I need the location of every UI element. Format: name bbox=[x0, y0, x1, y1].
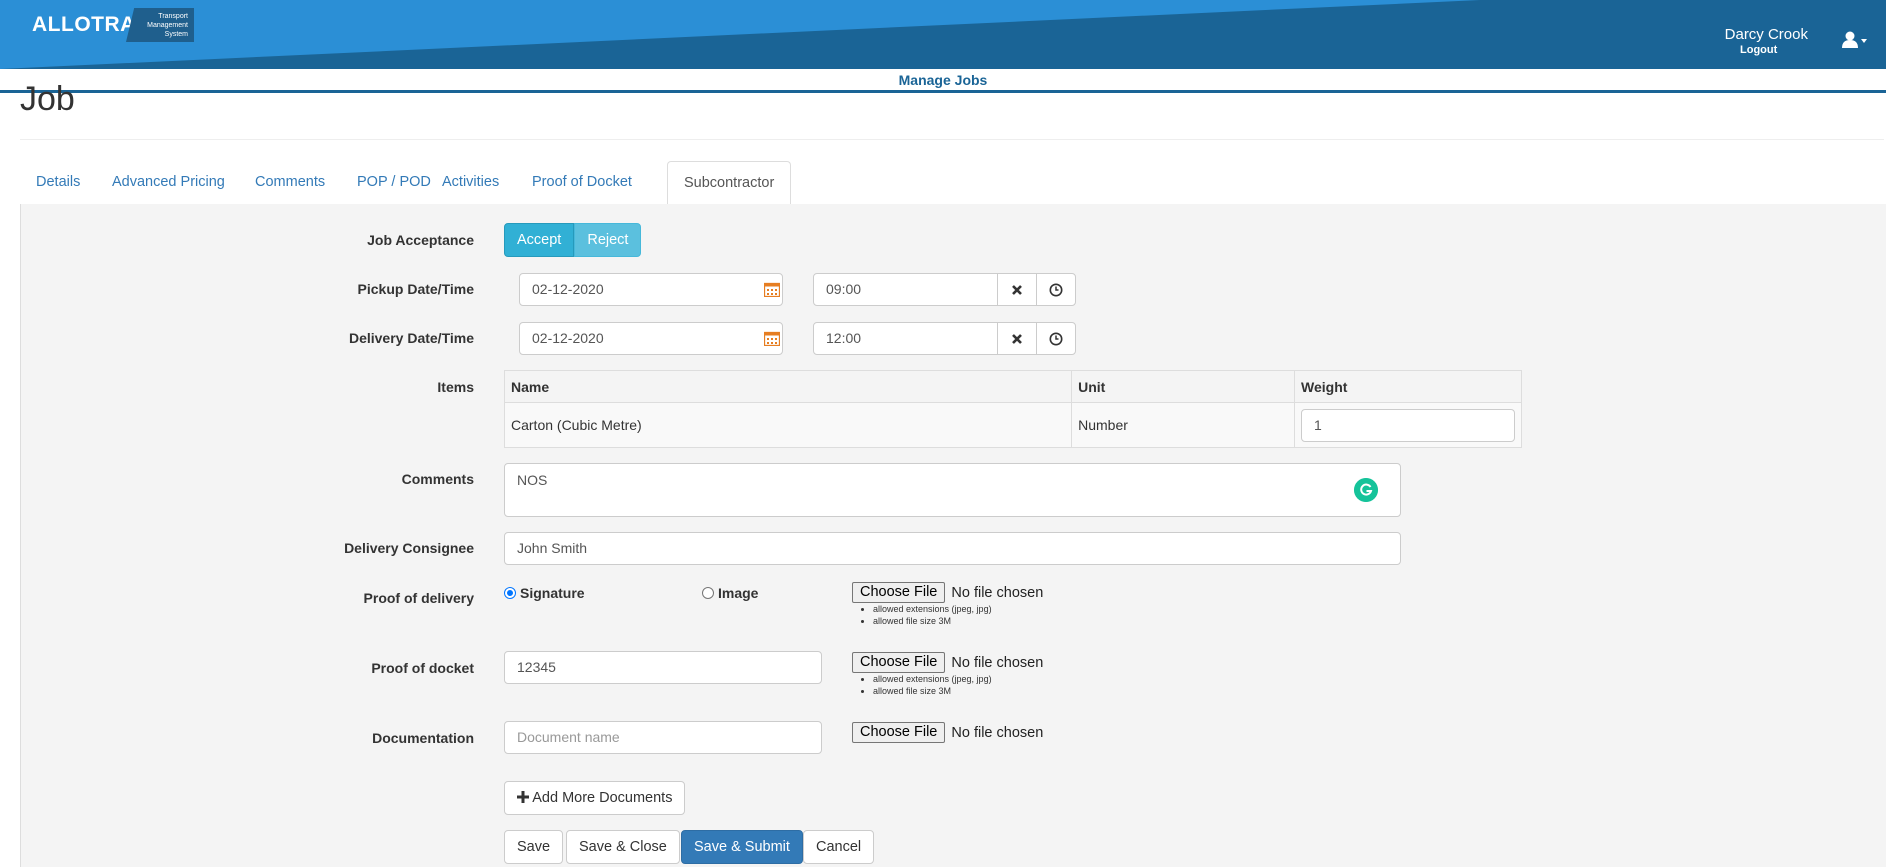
clock-icon bbox=[1049, 332, 1063, 345]
image-radio[interactable]: Image bbox=[702, 585, 758, 601]
delivery-clock-button[interactable] bbox=[1036, 322, 1076, 355]
image-label: Image bbox=[718, 585, 759, 601]
column-header-name: Name bbox=[503, 370, 1073, 403]
clock-icon bbox=[1049, 283, 1063, 296]
tab-advanced-pricing[interactable]: Advanced Pricing bbox=[96, 161, 241, 203]
proof-of-delivery-file-input[interactable]: Choose File No file chosen bbox=[852, 582, 1043, 603]
reject-button[interactable]: Reject bbox=[574, 223, 642, 257]
save-submit-button[interactable]: Save & Submit bbox=[681, 830, 803, 864]
proof-of-docket-hints: allowed extensions (jpeg, jpg) allowed f… bbox=[858, 673, 992, 697]
proof-of-docket-label: Proof of docket bbox=[371, 660, 474, 676]
cancel-button[interactable]: Cancel bbox=[803, 830, 875, 864]
file-status: No file chosen bbox=[951, 724, 1044, 741]
table-row: Carton (Cubic Metre) Number 1 bbox=[503, 402, 1522, 448]
delivery-time-input[interactable]: 12:00 bbox=[813, 322, 998, 355]
pickup-label: Pickup Date/Time bbox=[357, 281, 474, 297]
job-acceptance-label: Job Acceptance bbox=[367, 232, 474, 248]
pickup-time-input[interactable]: 09:00 bbox=[813, 273, 998, 306]
item-weight-cell: 1 bbox=[1294, 402, 1522, 448]
item-unit-cell: Number bbox=[1071, 402, 1295, 448]
tab-bar: Details Advanced Pricing Comments POP / … bbox=[20, 161, 1886, 205]
weight-input[interactable]: 1 bbox=[1301, 408, 1515, 442]
add-more-documents-button[interactable]: Add More Documents bbox=[504, 781, 686, 815]
title-divider bbox=[20, 139, 1884, 140]
accept-button[interactable]: Accept bbox=[504, 223, 575, 257]
pickup-clock-button[interactable] bbox=[1036, 273, 1076, 306]
choose-file-button[interactable]: Choose File bbox=[852, 582, 946, 603]
column-header-unit: Unit bbox=[1071, 370, 1295, 403]
page-title: Job bbox=[20, 80, 75, 118]
delivery-label: Delivery Date/Time bbox=[348, 330, 474, 346]
hint-file-size: allowed file size 3M bbox=[873, 685, 992, 697]
signature-radio[interactable]: Signature bbox=[504, 585, 585, 601]
consignee-label: Delivery Consignee bbox=[344, 540, 474, 556]
save-button[interactable]: Save bbox=[504, 830, 564, 864]
item-name-cell: Carton (Cubic Metre) bbox=[503, 402, 1073, 448]
comments-label: Comments bbox=[401, 471, 474, 487]
subcontractor-panel: Job Acceptance Accept Reject Pickup Date… bbox=[20, 204, 1886, 867]
file-status: No file chosen bbox=[951, 584, 1044, 601]
save-close-button[interactable]: Save & Close bbox=[566, 830, 680, 864]
hint-extensions: allowed extensions (jpeg, jpg) bbox=[873, 673, 992, 685]
user-menu-icon[interactable] bbox=[1842, 30, 1868, 50]
items-table: Name Unit Weight Carton (Cubic Metre) Nu… bbox=[503, 370, 1522, 448]
pickup-calendar-icon[interactable] bbox=[764, 282, 780, 297]
document-name-input[interactable]: Document name bbox=[504, 721, 822, 754]
delivery-calendar-icon[interactable] bbox=[764, 331, 780, 346]
clear-icon bbox=[1012, 284, 1022, 295]
radio-checked-icon bbox=[504, 587, 516, 599]
proof-of-docket-file-input[interactable]: Choose File No file chosen bbox=[852, 652, 1043, 673]
choose-file-button[interactable]: Choose File bbox=[852, 652, 946, 673]
documentation-label: Documentation bbox=[372, 730, 474, 746]
delivery-date-input[interactable]: 02-12-2020 bbox=[519, 322, 783, 355]
radio-unchecked-icon bbox=[702, 587, 714, 599]
header-background bbox=[0, 0, 1886, 69]
add-more-label: Add More Documents bbox=[532, 790, 673, 806]
hint-extensions: allowed extensions (jpeg, jpg) bbox=[873, 603, 992, 615]
top-header: ALLOTRAC Transport Management System Dar… bbox=[0, 0, 1886, 69]
pickup-clear-button[interactable] bbox=[997, 273, 1037, 306]
user-name: Darcy Crook bbox=[1724, 26, 1808, 43]
grammarly-icon[interactable] bbox=[1354, 478, 1378, 502]
tab-proof-of-docket[interactable]: Proof of Docket bbox=[516, 161, 648, 203]
sub-navigation: Manage Jobs bbox=[0, 69, 1886, 93]
proof-of-docket-input[interactable]: 12345 bbox=[504, 651, 822, 684]
tab-activities[interactable]: Activities bbox=[426, 161, 515, 203]
items-label: Items bbox=[437, 379, 474, 395]
consignee-input[interactable]: John Smith bbox=[504, 532, 1401, 565]
logo-subtitle: Transport Management System bbox=[126, 8, 194, 42]
hint-file-size: allowed file size 3M bbox=[873, 615, 992, 627]
comments-textarea[interactable]: NOS bbox=[504, 463, 1401, 517]
manage-jobs-link[interactable]: Manage Jobs bbox=[0, 72, 1886, 88]
items-header-row: Name Unit Weight bbox=[503, 370, 1522, 403]
pickup-date-input[interactable]: 02-12-2020 bbox=[519, 273, 783, 306]
clear-icon bbox=[1012, 333, 1022, 344]
file-status: No file chosen bbox=[951, 654, 1044, 671]
tab-details[interactable]: Details bbox=[20, 161, 96, 203]
column-header-weight: Weight bbox=[1294, 370, 1522, 403]
tab-subcontractor[interactable]: Subcontractor bbox=[667, 161, 792, 205]
proof-of-delivery-label: Proof of delivery bbox=[363, 590, 474, 606]
tab-comments[interactable]: Comments bbox=[239, 161, 341, 203]
plus-icon bbox=[517, 791, 529, 803]
job-acceptance-toggle: Accept Reject bbox=[504, 223, 642, 257]
signature-label: Signature bbox=[520, 585, 585, 601]
documentation-file-input[interactable]: Choose File No file chosen bbox=[852, 722, 1043, 743]
logout-link[interactable]: Logout bbox=[1740, 44, 1777, 56]
choose-file-button[interactable]: Choose File bbox=[852, 722, 946, 743]
proof-of-delivery-hints: allowed extensions (jpeg, jpg) allowed f… bbox=[858, 603, 992, 627]
delivery-clear-button[interactable] bbox=[997, 322, 1037, 355]
comments-value: NOS bbox=[517, 472, 548, 488]
